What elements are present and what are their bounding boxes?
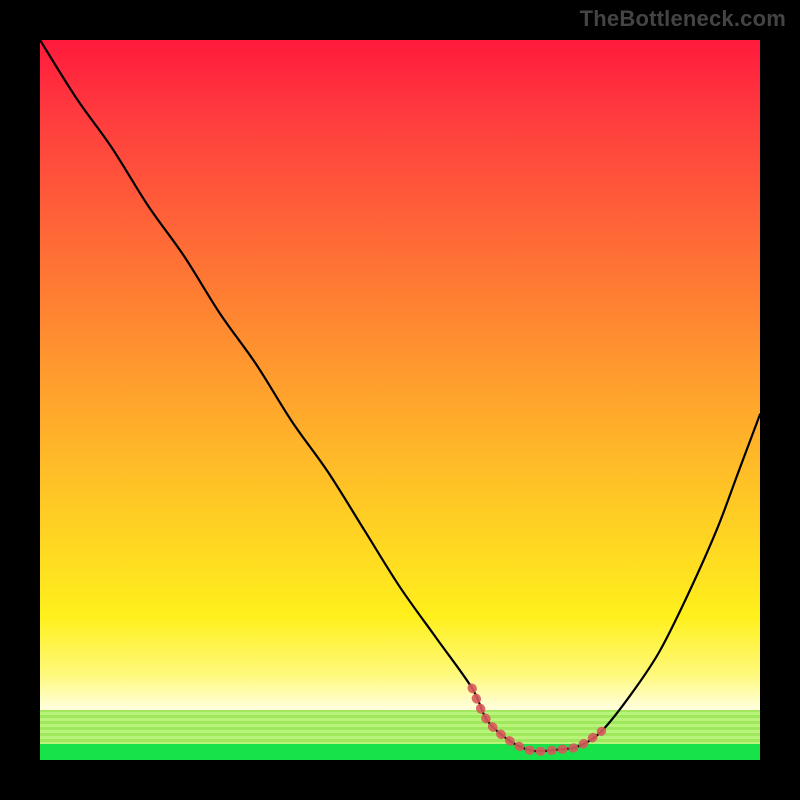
plot-area <box>40 40 760 760</box>
curve-layer <box>40 40 760 760</box>
watermark-text: TheBottleneck.com <box>580 6 786 32</box>
valley-dotted-highlight <box>472 688 602 751</box>
chart-frame: TheBottleneck.com <box>0 0 800 800</box>
bottleneck-curve <box>40 40 760 751</box>
